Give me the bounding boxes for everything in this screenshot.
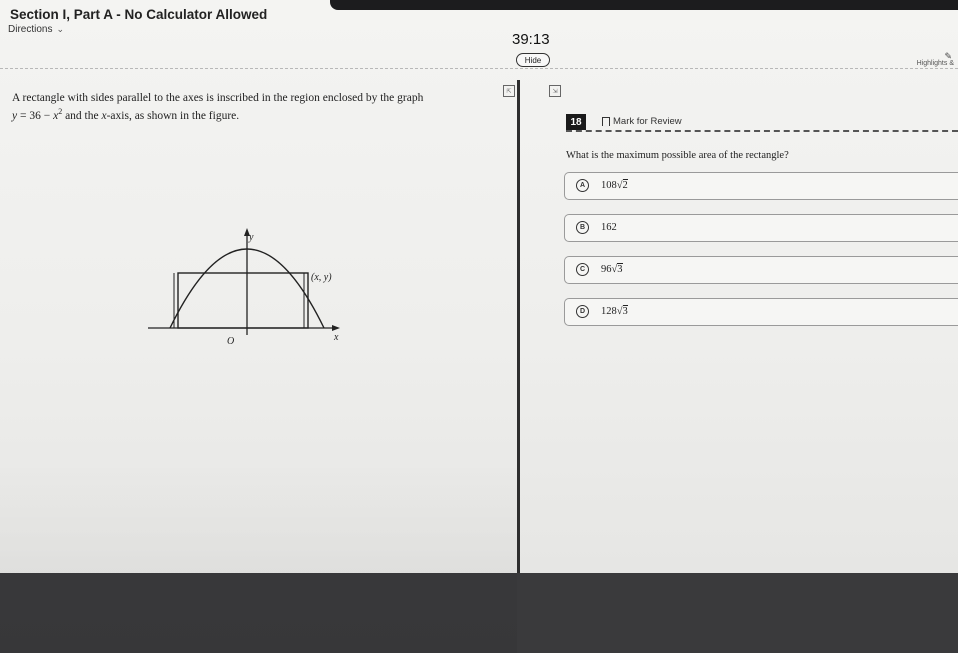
parabola-figure: y x O (x, y) (148, 228, 340, 347)
point-label: (x, y) (311, 272, 332, 283)
choice-d[interactable]: D 128√3 (564, 298, 958, 326)
choice-coefficient: 108 (601, 180, 617, 191)
choice-letter: A (576, 179, 589, 192)
question-pane: 18 Mark for Review What is the maximum p… (522, 80, 958, 573)
choice-b[interactable]: B 162 (564, 214, 958, 242)
choice-coefficient: 96 (601, 264, 612, 275)
choice-text: 128√3 (601, 305, 628, 317)
x-axis-arrow-icon (332, 325, 340, 331)
question-number: 18 (566, 114, 586, 130)
choice-letter: C (576, 263, 589, 276)
choice-radicand: 3 (617, 263, 623, 275)
device-bezel (330, 0, 958, 10)
choice-a[interactable]: A 108√2 (564, 172, 958, 200)
mark-for-review-label: Mark for Review (613, 116, 682, 127)
pane-divider[interactable] (517, 80, 520, 573)
choice-radicand: 3 (622, 305, 628, 317)
stimulus-pane: A rectangle with sides parallel to the a… (0, 80, 517, 653)
screen-shadow (0, 460, 517, 653)
eq-mid: = 36 − (17, 109, 54, 122)
prompt-end: -axis, as shown in the figure. (106, 109, 240, 122)
sqrt-icon: √ (616, 306, 623, 317)
chevron-down-icon: ⌄ (56, 24, 65, 34)
choice-coefficient: 128 (601, 306, 617, 317)
sqrt-icon: √ (616, 180, 623, 191)
expand-left-icon[interactable]: ⇱ (503, 85, 515, 97)
bookmark-icon (602, 117, 610, 127)
directions-toggle[interactable]: Directions ⌄ (8, 24, 64, 35)
prompt-line-1: A rectangle with sides parallel to the a… (12, 92, 424, 104)
prompt-and: and the (62, 109, 102, 122)
origin-label: O (227, 336, 234, 347)
choice-c[interactable]: C 96√3 (564, 256, 958, 284)
x-axis-label: x (333, 332, 339, 343)
question-header: 18 Mark for Review (566, 114, 958, 132)
exam-screen: Section I, Part A - No Calculator Allowe… (0, 0, 958, 653)
choice-letter: D (576, 305, 589, 318)
section-title: Section I, Part A - No Calculator Allowe… (10, 7, 268, 22)
hide-timer-button[interactable]: Hide (516, 53, 550, 67)
highlights-tool[interactable]: ✎ Highlights & (917, 51, 954, 67)
choice-coefficient: 162 (601, 222, 617, 233)
exam-header: Section I, Part A - No Calculator Allowe… (0, 0, 958, 69)
prompt-line-2: y = 36 − x2 and the x-axis, as shown in … (12, 105, 507, 123)
directions-label: Directions (8, 24, 53, 35)
timer: 39:13 (512, 31, 550, 48)
choice-text: 108√2 (601, 179, 628, 191)
choice-radicand: 2 (622, 179, 628, 191)
pen-icon: ✎ (944, 51, 952, 61)
y-axis-label: y (248, 232, 254, 243)
choice-text: 162 (601, 222, 617, 233)
choice-text: 96√3 (601, 263, 623, 275)
question-text: What is the maximum possible area of the… (566, 150, 789, 161)
question-prompt: A rectangle with sides parallel to the a… (12, 92, 507, 123)
mark-for-review-button[interactable]: Mark for Review (602, 116, 682, 127)
choice-letter: B (576, 221, 589, 234)
